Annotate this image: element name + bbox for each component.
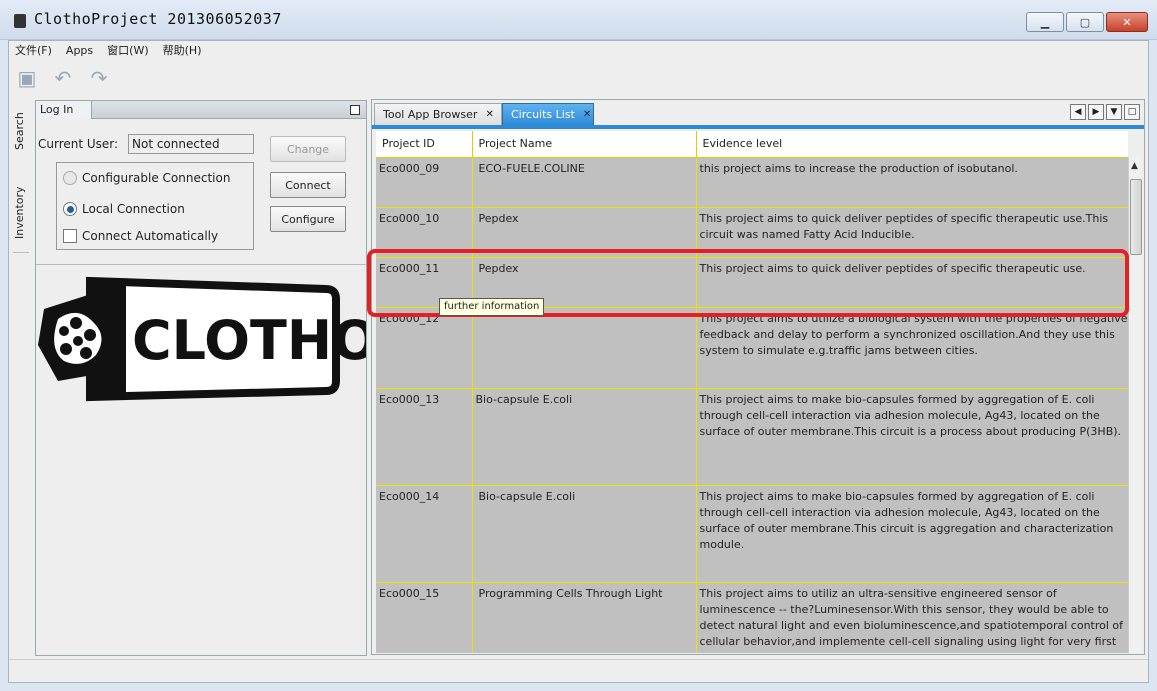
close-tab-icon[interactable]: ✕ <box>485 109 493 120</box>
undo-icon[interactable]: ↶ <box>51 66 75 90</box>
menu-help[interactable]: 帮助(H) <box>161 42 204 60</box>
close-tab-icon[interactable]: ✕ <box>583 109 591 120</box>
scroll-up-arrow-icon[interactable]: ▲ <box>1131 161 1138 171</box>
main-window: 文件(F) Apps 窗口(W) 帮助(H) ▣ ↶ ↷ Search Inve… <box>8 40 1149 683</box>
cell-project-name: Programming Cells Through Light <box>472 582 697 653</box>
active-tab-accent <box>372 125 1144 129</box>
cell-project-name: Bio-capsule E.coli <box>472 485 697 583</box>
configurable-connection-radio[interactable] <box>63 171 77 185</box>
menu-file[interactable]: 文件(F) <box>13 42 54 60</box>
local-connection-radio[interactable] <box>63 202 77 216</box>
circuits-pane: Tool App Browser ✕ Circuits List ✕ ◀ ▶ ▼… <box>371 99 1145 655</box>
cell-project-id: Eco000_12 <box>376 307 473 389</box>
cell-project-name: ECO-FUELE.COLINE <box>472 157 697 208</box>
column-header-project-id[interactable]: Project ID <box>376 131 473 158</box>
cell-project-name: Bio-capsule E.coli <box>472 388 697 486</box>
cell-evidence-level: This project aims to quick deliver pepti… <box>696 207 1128 258</box>
connect-automatically-label: Connect Automatically <box>82 229 219 243</box>
tab-tool-app-browser-label: Tool App Browser <box>383 108 478 121</box>
side-tab-search[interactable]: Search <box>13 101 29 161</box>
cell-project-name <box>472 307 697 389</box>
table-row[interactable]: Eco000_10 Pepdex This project aims to qu… <box>376 207 1128 258</box>
table-row[interactable]: Eco000_09 ECO-FUELE.COLINE this project … <box>376 157 1128 208</box>
close-button[interactable]: ✕ <box>1106 12 1148 32</box>
scroll-tabs-left-icon[interactable]: ◀ <box>1070 104 1086 120</box>
table-row[interactable]: Eco000_12 This project aims to utilize a… <box>376 307 1128 389</box>
local-connection-option[interactable]: Local Connection <box>63 202 185 216</box>
table-row[interactable]: Eco000_15 Programming Cells Through Ligh… <box>376 582 1128 653</box>
cell-evidence-level: This project aims to utiliz an ultra-sen… <box>696 582 1128 653</box>
minimize-button[interactable]: ▁ <box>1026 12 1064 32</box>
clotho-logo-graphic: CLOTHO <box>38 276 378 402</box>
toolbar: ▣ ↶ ↷ <box>15 65 111 91</box>
save-all-icon[interactable]: ▣ <box>15 66 39 90</box>
cell-evidence-level: This project aims to quick deliver pepti… <box>696 257 1128 308</box>
tab-tool-app-browser[interactable]: Tool App Browser ✕ <box>374 103 502 125</box>
tab-circuits-list-label: Circuits List <box>511 108 575 121</box>
connect-button[interactable]: Connect <box>270 172 346 198</box>
cell-project-id: Eco000_10 <box>376 207 473 258</box>
status-bar <box>9 659 1148 681</box>
configure-button[interactable]: Configure <box>270 206 346 232</box>
cell-project-name: Pepdex <box>472 207 697 258</box>
side-tabs: Search Inventory <box>9 101 33 301</box>
connect-automatically-option[interactable]: Connect Automatically <box>63 229 218 243</box>
minimize-panel-icon[interactable] <box>350 105 360 115</box>
redo-icon[interactable]: ↷ <box>87 66 111 90</box>
circuits-table: Project ID Project Name Evidence level E… <box>376 131 1128 653</box>
scroll-tabs-right-icon[interactable]: ▶ <box>1088 104 1104 120</box>
cell-project-id: Eco000_13 <box>376 388 473 486</box>
local-connection-label: Local Connection <box>82 202 185 216</box>
cell-project-id: Eco000_15 <box>376 582 473 653</box>
column-header-project-name[interactable]: Project Name <box>472 131 697 158</box>
editor-tabs: Tool App Browser ✕ Circuits List ✕ ◀ ▶ ▼… <box>372 100 1144 129</box>
side-tab-inventory[interactable]: Inventory <box>13 173 29 253</box>
login-panel: Log In Current User: Not connected Confi… <box>35 100 378 656</box>
cell-evidence-level: this project aims to increase the produc… <box>696 157 1128 208</box>
menu-apps[interactable]: Apps <box>64 42 95 60</box>
clotho-logo-text: CLOTHO <box>132 309 366 372</box>
configurable-connection-option[interactable]: Configurable Connection <box>63 171 230 185</box>
login-panel-header: Log In <box>36 101 366 119</box>
login-form: Current User: Not connected Configurable… <box>36 119 366 265</box>
connection-options: Configurable Connection Local Connection… <box>56 162 254 250</box>
cell-evidence-level: This project aims to utilize a biologica… <box>696 307 1128 389</box>
tooltip: further information <box>439 298 545 316</box>
cell-project-id: Eco000_14 <box>376 485 473 583</box>
tab-nav-buttons: ◀ ▶ ▼ □ <box>1070 104 1140 120</box>
app-icon <box>14 14 26 28</box>
login-tab[interactable]: Log In <box>36 101 92 119</box>
cell-evidence-level: This project aims to make bio-capsules f… <box>696 485 1128 583</box>
tab-list-dropdown-icon[interactable]: ▼ <box>1106 104 1122 120</box>
maximize-pane-icon[interactable]: □ <box>1124 104 1140 120</box>
connect-automatically-checkbox[interactable] <box>63 229 77 243</box>
menubar: 文件(F) Apps 窗口(W) 帮助(H) <box>13 42 203 60</box>
configurable-connection-label: Configurable Connection <box>82 171 231 185</box>
table-scrollbar[interactable]: ▲ <box>1128 157 1142 653</box>
table-header-row: Project ID Project Name Evidence level <box>376 131 1128 158</box>
table-row[interactable]: Eco000_13 Bio-capsule E.coli This projec… <box>376 388 1128 486</box>
cell-evidence-level: This project aims to make bio-capsules f… <box>696 388 1128 486</box>
window-titlebar: ClothoProject 201306052037 ▁ ▢ ✕ <box>0 0 1157 40</box>
table-row[interactable]: Eco000_14 Bio-capsule E.coli This projec… <box>376 485 1128 583</box>
cell-project-id: Eco000_09 <box>376 157 473 208</box>
maximize-button[interactable]: ▢ <box>1066 12 1104 32</box>
scroll-thumb[interactable] <box>1130 179 1142 255</box>
menu-window[interactable]: 窗口(W) <box>105 42 150 60</box>
current-user-field: Not connected <box>128 134 254 154</box>
current-user-label: Current User: <box>38 137 119 151</box>
clotho-logo: CLOTHO <box>36 269 378 409</box>
change-button[interactable]: Change <box>270 136 346 162</box>
tab-circuits-list[interactable]: Circuits List ✕ <box>502 103 594 125</box>
column-header-evidence-level[interactable]: Evidence level <box>696 131 1128 158</box>
circuits-table-container: Project ID Project Name Evidence level E… <box>376 131 1128 653</box>
window-title: ClothoProject 201306052037 <box>34 10 282 28</box>
